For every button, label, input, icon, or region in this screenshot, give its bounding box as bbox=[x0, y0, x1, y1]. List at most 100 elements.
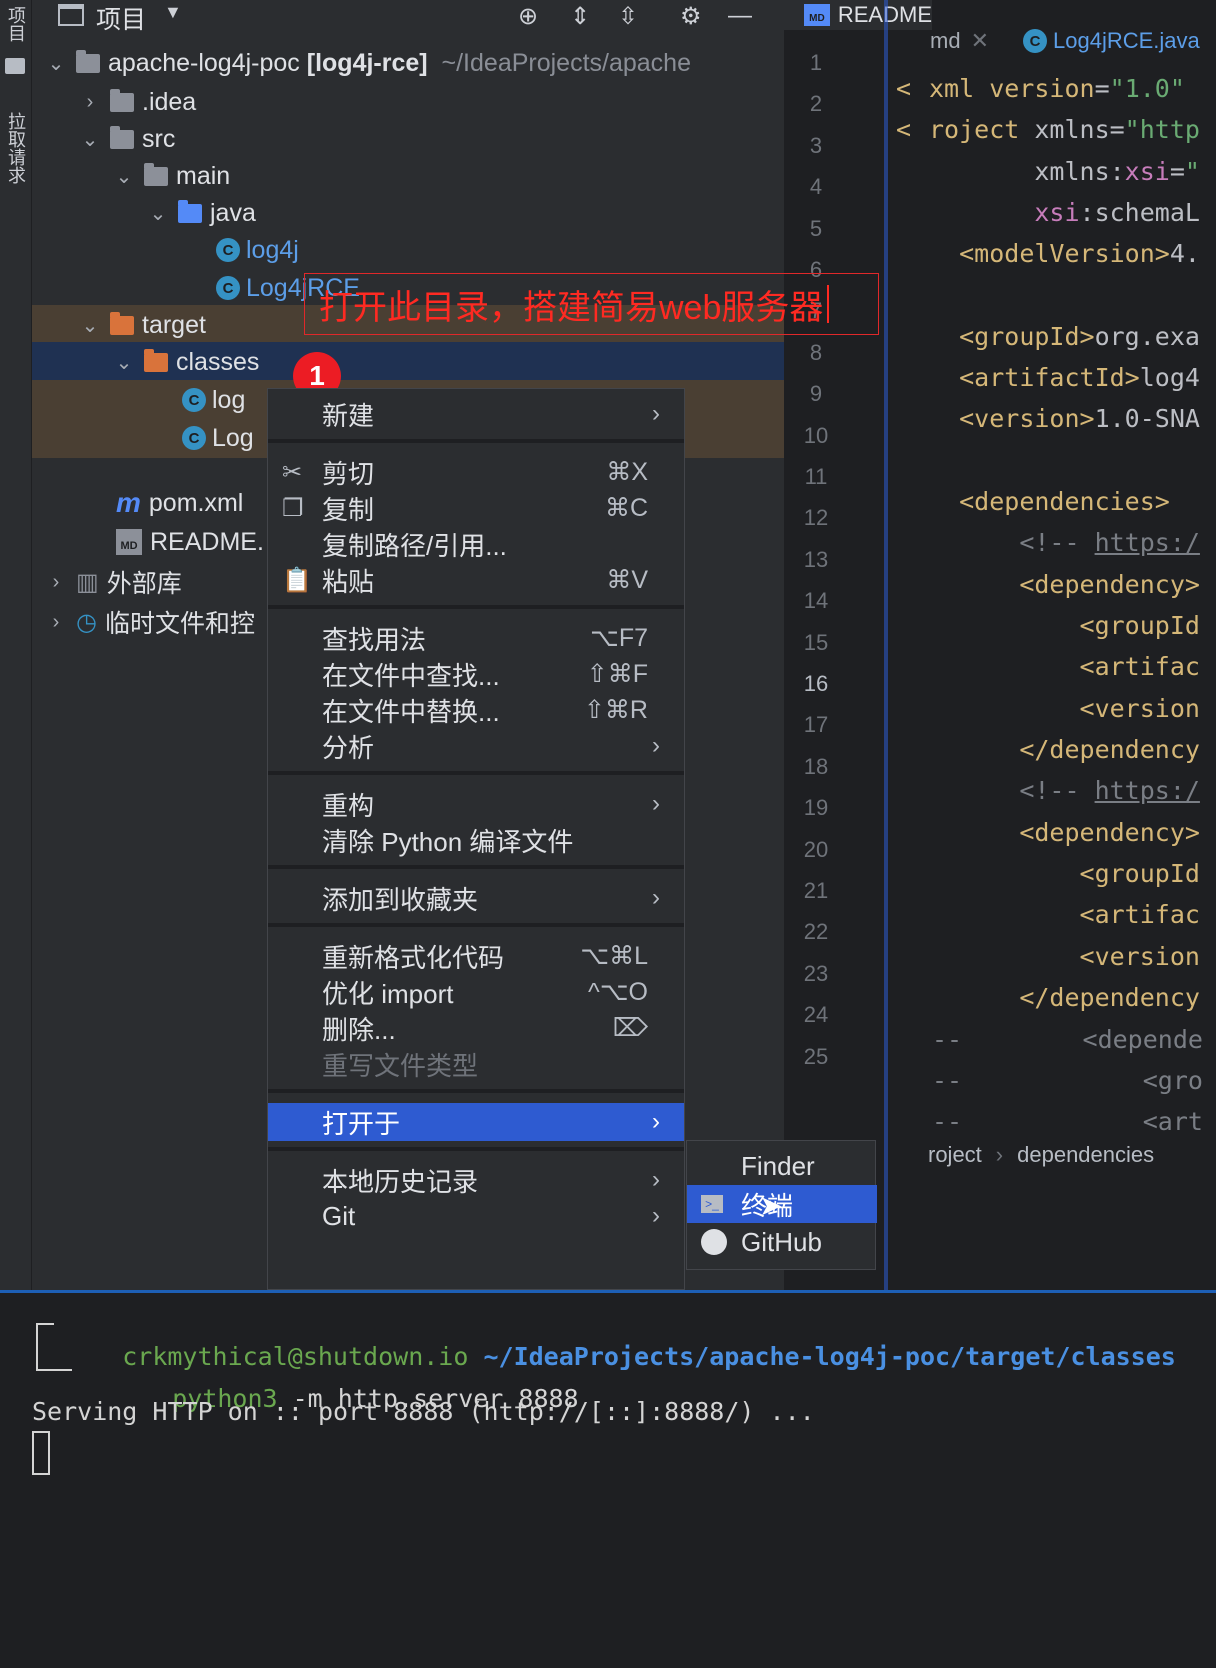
line-number: 2 bbox=[809, 91, 823, 117]
menu-label: 优化 import bbox=[322, 978, 454, 1009]
menu-item-find-usages[interactable]: 查找用法 ⌥F7 bbox=[268, 619, 684, 657]
markdown-icon: MD bbox=[116, 529, 142, 555]
menu-label: 查找用法 bbox=[322, 624, 427, 655]
line-number: 8 bbox=[809, 339, 823, 365]
submenu-item-finder[interactable]: Finder bbox=[687, 1147, 877, 1185]
panel-title[interactable]: 项目 bbox=[96, 0, 146, 36]
chevron-right-icon: › bbox=[652, 1202, 660, 1229]
menu-label: 重新格式化代码 bbox=[322, 942, 505, 973]
menu-label: 新建 bbox=[322, 400, 375, 431]
line-number: 17 bbox=[803, 712, 829, 738]
editor-tab[interactable]: MD README bbox=[784, 0, 932, 30]
annotation-text: 打开此目录，搭建简易web服务器 bbox=[319, 288, 824, 327]
collapse-all-icon[interactable]: ⇳ bbox=[618, 0, 638, 32]
menu-label: 重构 bbox=[322, 790, 375, 821]
chevron-right-icon: › bbox=[652, 400, 660, 427]
menu-item-refactor[interactable]: 重构 › bbox=[268, 785, 684, 823]
folder-icon bbox=[5, 58, 25, 74]
chevron-down-icon[interactable]: ▼ bbox=[164, 2, 182, 23]
copy-icon: ❐ bbox=[282, 494, 304, 522]
pull-requests-tool-tab[interactable]: 拉取请求 bbox=[3, 112, 29, 184]
chevron-right-icon: › bbox=[652, 884, 660, 911]
tree-item-idea[interactable]: › .idea bbox=[32, 82, 784, 122]
menu-item-local-history[interactable]: 本地历史记录 › bbox=[268, 1161, 684, 1199]
library-icon: ▥ bbox=[76, 568, 99, 596]
shortcut: ⌥F7 bbox=[590, 624, 648, 652]
tree-item-main[interactable]: ⌄ main bbox=[32, 156, 784, 196]
submenu-item-github[interactable]: GitHub bbox=[687, 1223, 877, 1261]
menu-item-delete[interactable]: 删除... ⌦ bbox=[268, 1009, 684, 1047]
maven-icon: m bbox=[116, 487, 141, 518]
project-tab-label: 项目 bbox=[6, 6, 26, 42]
menu-item-cut[interactable]: ✂ 剪切 ⌘X bbox=[268, 453, 684, 491]
line-number-gutter: 1 2 3 4 5 6 7 8 9 10 11 12 13 14 15 16 17 18 19 20 21 22 23 24 2… bbox=[784, 40, 884, 1290]
chevron-down-icon[interactable]: ⌄ bbox=[46, 51, 66, 76]
breadcrumb-item[interactable]: roject bbox=[928, 1142, 982, 1168]
expand-all-icon[interactable]: ⇕ bbox=[570, 0, 590, 32]
menu-item-copy-path[interactable]: 复制路径/引用... bbox=[268, 525, 684, 563]
chevron-right-icon[interactable]: › bbox=[46, 611, 66, 634]
menu-item-clean-python[interactable]: 清除 Python 编译文件 bbox=[268, 821, 684, 859]
tool-window-strip: 项目 拉取请求 bbox=[0, 0, 32, 1290]
tree-root[interactable]: ⌄ apache-log4j-poc [log4j-rce] ~/IdeaPro… bbox=[32, 43, 784, 83]
project-tool-tab[interactable]: 项目 bbox=[3, 6, 29, 42]
menu-label: 复制 bbox=[322, 494, 375, 525]
chevron-down-icon[interactable]: ⌄ bbox=[114, 350, 134, 375]
line-number: 14 bbox=[803, 588, 829, 614]
menu-item-optimize-imports[interactable]: 优化 import ^⌥O bbox=[268, 973, 684, 1011]
submenu-item-terminal[interactable]: >_ 终端 ➤ bbox=[687, 1185, 877, 1223]
tree-label: java bbox=[210, 198, 256, 227]
locate-icon[interactable]: ⊕ bbox=[518, 0, 538, 32]
tree-label: src bbox=[142, 124, 176, 153]
breadcrumb: roject › dependencies bbox=[888, 1132, 1216, 1178]
tree-item-log4j[interactable]: C log4j bbox=[32, 230, 784, 270]
tab-label[interactable]: md bbox=[930, 28, 961, 54]
chevron-right-icon: › bbox=[995, 1142, 1004, 1167]
github-icon bbox=[701, 1229, 727, 1255]
chevron-right-icon: › bbox=[652, 790, 660, 817]
excluded-folder-icon bbox=[144, 348, 168, 372]
menu-item-analyze[interactable]: 分析 › bbox=[268, 727, 684, 765]
menu-item-find-in-files[interactable]: 在文件中查找... ⇧⌘F bbox=[268, 655, 684, 693]
menu-item-add-favorites[interactable]: 添加到收藏夹 › bbox=[268, 879, 684, 917]
menu-separator bbox=[268, 439, 684, 443]
tree-item-src[interactable]: ⌄ src bbox=[32, 119, 784, 159]
menu-item-replace-in-files[interactable]: 在文件中替换... ⇧⌘R bbox=[268, 691, 684, 729]
chevron-down-icon[interactable]: ⌄ bbox=[148, 201, 168, 226]
minimize-icon[interactable]: — bbox=[728, 0, 752, 32]
menu-label: 剪切 bbox=[322, 458, 375, 489]
breadcrumb-item[interactable]: dependencies bbox=[1017, 1142, 1154, 1168]
menu-label: Git bbox=[322, 1200, 356, 1231]
close-icon[interactable]: ✕ bbox=[971, 28, 989, 54]
menu-label: 清除 Python 编译文件 bbox=[322, 826, 574, 857]
source-folder-icon bbox=[178, 199, 202, 223]
line-number: 4 bbox=[809, 174, 823, 200]
menu-item-reformat[interactable]: 重新格式化代码 ⌥⌘L bbox=[268, 937, 684, 975]
menu-label: GitHub bbox=[741, 1226, 822, 1257]
shortcut: ⇧⌘R bbox=[583, 696, 648, 724]
tab-label[interactable]: Log4jRCE.java bbox=[1053, 28, 1200, 54]
menu-separator bbox=[268, 923, 684, 927]
tree-item-java[interactable]: ⌄ java bbox=[32, 193, 784, 233]
chevron-down-icon[interactable]: ⌄ bbox=[114, 164, 134, 189]
editor-tab-bar: md ✕ C Log4jRCE.java bbox=[930, 26, 1216, 56]
line-number: 23 bbox=[803, 960, 829, 986]
gear-icon[interactable]: ⚙ bbox=[680, 0, 702, 32]
tree-label: .idea bbox=[142, 87, 197, 116]
menu-item-paste[interactable]: 📋 粘贴 ⌘V bbox=[268, 561, 684, 599]
chevron-down-icon[interactable]: ⌄ bbox=[80, 127, 100, 152]
line-number: 22 bbox=[803, 919, 829, 945]
chevron-right-icon[interactable]: › bbox=[80, 91, 100, 114]
menu-item-git[interactable]: Git › bbox=[268, 1197, 684, 1235]
terminal-panel[interactable]: crkmythical@shutdown.io ~/IdeaProjects/a… bbox=[0, 1290, 1216, 1668]
window-icon bbox=[58, 4, 84, 26]
chevron-right-icon[interactable]: › bbox=[46, 571, 66, 594]
tree-item-classes[interactable]: ⌄ classes bbox=[32, 342, 784, 382]
chevron-down-icon[interactable]: ⌄ bbox=[80, 313, 100, 338]
menu-label: 重写文件类型 bbox=[322, 1050, 479, 1081]
line-number: 11 bbox=[804, 464, 828, 489]
menu-item-copy[interactable]: ❐ 复制 ⌘C bbox=[268, 489, 684, 527]
tree-label: Log bbox=[212, 423, 254, 452]
menu-item-new[interactable]: 新建 › bbox=[268, 395, 684, 433]
menu-item-open-in[interactable]: 打开于 › bbox=[268, 1103, 684, 1141]
